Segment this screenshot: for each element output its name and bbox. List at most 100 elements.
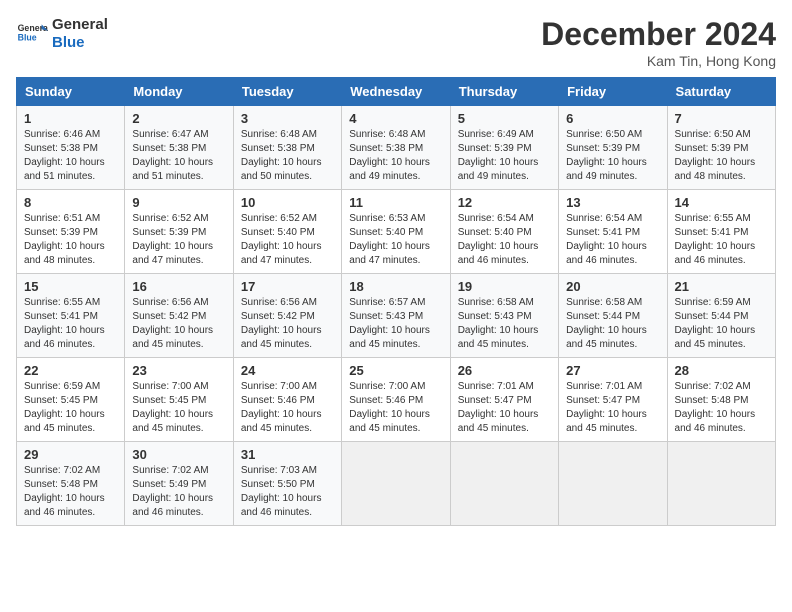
table-row: 27 Sunrise: 7:01 AMSunset: 5:47 PMDayligh… (559, 358, 667, 442)
table-row: 3 Sunrise: 6:48 AMSunset: 5:38 PMDaylight… (233, 106, 341, 190)
calendar-week-row: 22Sunrise: 6:59 AMSunset: 5:45 PMDayligh… (17, 358, 776, 442)
logo-icon: General Blue (16, 18, 48, 50)
logo: General Blue General Blue (16, 16, 108, 52)
day-info: Sunrise: 6:52 AMSunset: 5:39 PMDaylight:… (132, 212, 225, 268)
day-info: Sunrise: 6:53 AMSunset: 5:40 PMDaylight:… (349, 212, 442, 268)
table-row: 25 Sunrise: 7:00 AMSunset: 5:46 PMDayligh… (342, 358, 450, 442)
day-info: Sunrise: 6:58 AMSunset: 5:44 PMDaylight:… (566, 296, 659, 352)
table-row: 5 Sunrise: 6:49 AMSunset: 5:39 PMDaylight… (450, 106, 558, 190)
table-row: 11 Sunrise: 6:53 AMSunset: 5:40 PMDayligh… (342, 190, 450, 274)
day-number: 14 (675, 195, 768, 210)
table-row: 28 Sunrise: 7:02 AMSunset: 5:48 PMDayligh… (667, 358, 775, 442)
day-info: Sunrise: 6:50 AMSunset: 5:39 PMDaylight:… (566, 128, 659, 184)
day-info: Sunrise: 6:55 AMSunset: 5:41 PMDaylight:… (675, 212, 768, 268)
col-thursday: Thursday (450, 78, 558, 106)
day-number: 31 (241, 447, 334, 462)
day-number: 8 (24, 195, 117, 210)
col-friday: Friday (559, 78, 667, 106)
table-row: 29Sunrise: 7:02 AMSunset: 5:48 PMDayligh… (17, 442, 125, 526)
day-info: Sunrise: 6:51 AMSunset: 5:39 PMDaylight:… (24, 212, 117, 268)
logo-general: General (52, 16, 108, 34)
day-number: 17 (241, 279, 334, 294)
day-number: 25 (349, 363, 442, 378)
page-header: General Blue General Blue December 2024 … (16, 16, 776, 69)
col-saturday: Saturday (667, 78, 775, 106)
day-info: Sunrise: 6:58 AMSunset: 5:43 PMDaylight:… (458, 296, 551, 352)
table-row (450, 442, 558, 526)
day-info: Sunrise: 6:49 AMSunset: 5:39 PMDaylight:… (458, 128, 551, 184)
day-info: Sunrise: 6:55 AMSunset: 5:41 PMDaylight:… (24, 296, 117, 352)
table-row: 22Sunrise: 6:59 AMSunset: 5:45 PMDayligh… (17, 358, 125, 442)
calendar-week-row: 15 Sunrise: 6:55 AMSunset: 5:41 PMDayligh… (17, 274, 776, 358)
table-row (559, 442, 667, 526)
day-info: Sunrise: 6:54 AMSunset: 5:41 PMDaylight:… (566, 212, 659, 268)
table-row: 30 Sunrise: 7:02 AMSunset: 5:49 PMDayligh… (125, 442, 233, 526)
day-info: Sunrise: 6:59 AMSunset: 5:44 PMDaylight:… (675, 296, 768, 352)
table-row: 7Sunrise: 6:50 AMSunset: 5:39 PMDaylight… (667, 106, 775, 190)
col-sunday: Sunday (17, 78, 125, 106)
col-monday: Monday (125, 78, 233, 106)
day-number: 7 (675, 111, 768, 126)
table-row: 26Sunrise: 7:01 AMSunset: 5:47 PMDayligh… (450, 358, 558, 442)
day-number: 16 (132, 279, 225, 294)
day-info: Sunrise: 6:47 AMSunset: 5:38 PMDaylight:… (132, 128, 225, 184)
table-row: 15 Sunrise: 6:55 AMSunset: 5:41 PMDayligh… (17, 274, 125, 358)
day-number: 3 (241, 111, 334, 126)
day-info: Sunrise: 7:02 AMSunset: 5:49 PMDaylight:… (132, 464, 225, 520)
table-row: 24 Sunrise: 7:00 AMSunset: 5:46 PMDayligh… (233, 358, 341, 442)
table-row: 20 Sunrise: 6:58 AMSunset: 5:44 PMDayligh… (559, 274, 667, 358)
day-number: 9 (132, 195, 225, 210)
col-wednesday: Wednesday (342, 78, 450, 106)
day-info: Sunrise: 6:54 AMSunset: 5:40 PMDaylight:… (458, 212, 551, 268)
day-info: Sunrise: 6:57 AMSunset: 5:43 PMDaylight:… (349, 296, 442, 352)
day-info: Sunrise: 7:01 AMSunset: 5:47 PMDaylight:… (566, 380, 659, 436)
location: Kam Tin, Hong Kong (541, 53, 776, 69)
day-number: 30 (132, 447, 225, 462)
day-info: Sunrise: 7:02 AMSunset: 5:48 PMDaylight:… (675, 380, 768, 436)
day-info: Sunrise: 6:48 AMSunset: 5:38 PMDaylight:… (349, 128, 442, 184)
day-number: 28 (675, 363, 768, 378)
table-row: 6 Sunrise: 6:50 AMSunset: 5:39 PMDaylight… (559, 106, 667, 190)
table-row: 12 Sunrise: 6:54 AMSunset: 5:40 PMDayligh… (450, 190, 558, 274)
day-number: 23 (132, 363, 225, 378)
table-row: 4 Sunrise: 6:48 AMSunset: 5:38 PMDaylight… (342, 106, 450, 190)
table-row: 16 Sunrise: 6:56 AMSunset: 5:42 PMDayligh… (125, 274, 233, 358)
table-row: 21 Sunrise: 6:59 AMSunset: 5:44 PMDayligh… (667, 274, 775, 358)
day-info: Sunrise: 7:00 AMSunset: 5:45 PMDaylight:… (132, 380, 225, 436)
day-info: Sunrise: 7:00 AMSunset: 5:46 PMDaylight:… (241, 380, 334, 436)
calendar-week-row: 1Sunrise: 6:46 AMSunset: 5:38 PMDaylight… (17, 106, 776, 190)
day-number: 11 (349, 195, 442, 210)
day-number: 5 (458, 111, 551, 126)
table-row: 14 Sunrise: 6:55 AMSunset: 5:41 PMDayligh… (667, 190, 775, 274)
day-number: 19 (458, 279, 551, 294)
day-number: 15 (24, 279, 117, 294)
day-number: 20 (566, 279, 659, 294)
day-number: 6 (566, 111, 659, 126)
day-number: 4 (349, 111, 442, 126)
calendar-week-row: 8 Sunrise: 6:51 AMSunset: 5:39 PMDaylight… (17, 190, 776, 274)
day-number: 21 (675, 279, 768, 294)
day-number: 24 (241, 363, 334, 378)
day-number: 13 (566, 195, 659, 210)
day-info: Sunrise: 6:46 AMSunset: 5:38 PMDaylight:… (24, 128, 117, 184)
svg-text:Blue: Blue (18, 32, 37, 42)
day-number: 12 (458, 195, 551, 210)
day-info: Sunrise: 6:59 AMSunset: 5:45 PMDaylight:… (24, 380, 117, 436)
day-info: Sunrise: 6:56 AMSunset: 5:42 PMDaylight:… (132, 296, 225, 352)
day-number: 26 (458, 363, 551, 378)
table-row: 23 Sunrise: 7:00 AMSunset: 5:45 PMDayligh… (125, 358, 233, 442)
day-info: Sunrise: 7:00 AMSunset: 5:46 PMDaylight:… (349, 380, 442, 436)
day-info: Sunrise: 6:48 AMSunset: 5:38 PMDaylight:… (241, 128, 334, 184)
table-row: 9 Sunrise: 6:52 AMSunset: 5:39 PMDaylight… (125, 190, 233, 274)
table-row: 13 Sunrise: 6:54 AMSunset: 5:41 PMDayligh… (559, 190, 667, 274)
calendar-week-row: 29Sunrise: 7:02 AMSunset: 5:48 PMDayligh… (17, 442, 776, 526)
month-title: December 2024 (541, 16, 776, 53)
title-block: December 2024 Kam Tin, Hong Kong (541, 16, 776, 69)
table-row: 1Sunrise: 6:46 AMSunset: 5:38 PMDaylight… (17, 106, 125, 190)
day-number: 27 (566, 363, 659, 378)
table-row: 17Sunrise: 6:56 AMSunset: 5:42 PMDayligh… (233, 274, 341, 358)
day-number: 29 (24, 447, 117, 462)
table-row: 8 Sunrise: 6:51 AMSunset: 5:39 PMDaylight… (17, 190, 125, 274)
table-row (342, 442, 450, 526)
day-number: 2 (132, 111, 225, 126)
